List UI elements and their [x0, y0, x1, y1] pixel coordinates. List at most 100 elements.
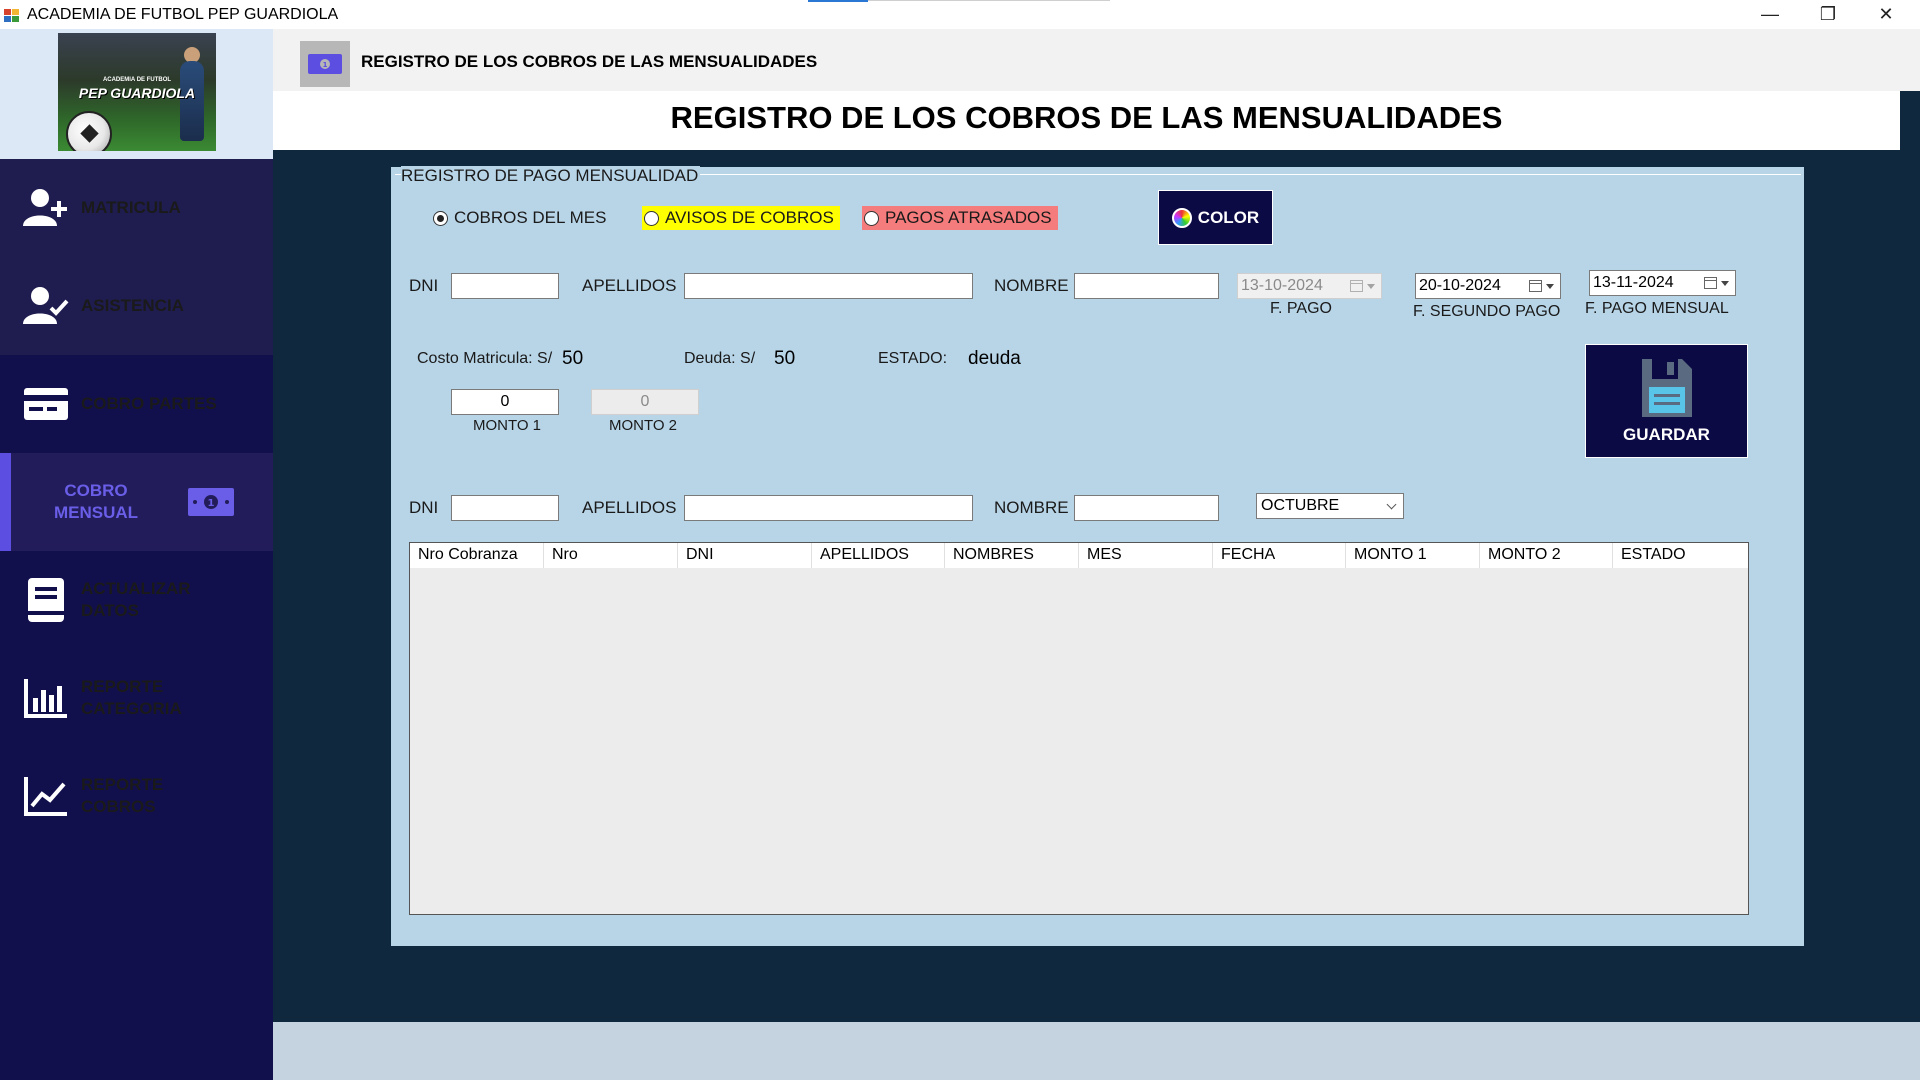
column-header-nro-cobranza[interactable]: Nro Cobranza [410, 543, 544, 568]
dropdown-arrow-icon [1721, 281, 1729, 286]
calendar-icon [1350, 280, 1363, 292]
radio-unselected-icon [864, 210, 879, 226]
search-dni-input[interactable] [451, 495, 559, 521]
dropdown-arrow-icon [1367, 284, 1375, 289]
column-header-estado[interactable]: ESTADO [1613, 543, 1748, 568]
maximize-icon: ❐ [1819, 4, 1837, 24]
sidebar-item-matricula[interactable]: MATRICULA [0, 159, 273, 257]
soccer-ball-icon [66, 111, 112, 151]
nombre-label: NOMBRE [994, 276, 1069, 295]
sidebar-item-label: COBRO MENSUAL [53, 481, 139, 522]
sidebar-item-asistencia[interactable]: ASISTENCIA [0, 257, 273, 355]
column-header-nombres[interactable]: NOMBRES [945, 543, 1079, 568]
radio-avisos-de-cobros[interactable]: AVISOS DE COBROS [642, 206, 840, 230]
close-button[interactable]: ✕ [1857, 0, 1915, 29]
column-header-dni[interactable]: DNI [678, 543, 812, 568]
sidebar-item-cobro-mensual[interactable]: COBRO MENSUAL 1 [0, 453, 273, 551]
group-box-label: REGISTRO DE PAGO MENSUALIDAD [401, 166, 701, 186]
f-segundo-pago-caption: F. SEGUNDO PAGO [1413, 303, 1561, 320]
radio-pagos-atrasados[interactable]: PAGOS ATRASADOS [862, 206, 1058, 230]
sidebar-item-label: REPORTE CATEGORIA [81, 677, 182, 718]
color-button[interactable]: COLOR [1158, 190, 1273, 245]
search-nombre-input[interactable] [1074, 495, 1219, 521]
bar-chart-icon [22, 674, 70, 722]
minimize-icon: — [1761, 4, 1779, 24]
radio-unselected-icon [644, 210, 659, 226]
dni-input[interactable] [451, 273, 559, 299]
sidebar-item-reporte-categoria[interactable]: REPORTE CATEGORIA [0, 649, 273, 747]
close-icon: ✕ [1878, 4, 1894, 24]
column-header-monto1[interactable]: MONTO 1 [1346, 543, 1480, 568]
sidebar-item-reporte-cobros[interactable]: REPORTE COBROS [0, 747, 273, 845]
radio-cobros-del-mes[interactable]: COBROS DEL MES [431, 206, 612, 230]
logo-line2: PEP GUARDIOLA [78, 85, 196, 101]
svg-text:1: 1 [208, 498, 215, 509]
academy-logo: ACADEMIA DE FUTBOL PEP GUARDIOLA [58, 33, 216, 151]
f-pago-value: 13-10-2024 [1241, 277, 1323, 294]
f-segundo-pago-datepicker[interactable]: 20-10-2024 [1415, 273, 1561, 299]
f-pago-mensual-datepicker[interactable]: 13-11-2024 [1589, 270, 1736, 296]
maximize-button[interactable]: ❐ [1799, 0, 1857, 29]
page-title: REGISTRO DE LOS COBROS DE LAS MENSUALIDA… [670, 100, 1503, 135]
dropdown-arrow-icon [1546, 284, 1554, 289]
line-chart-icon [22, 772, 70, 820]
month-select[interactable]: OCTUBRE [1256, 493, 1404, 519]
sidebar-item-label: ACTUALIZAR DATOS [81, 579, 191, 620]
apellidos-label: APELLIDOS [582, 276, 677, 295]
column-header-mes[interactable]: MES [1079, 543, 1213, 568]
window-title: ACADEMIA DE FUTBOL PEP GUARDIOLA [27, 6, 339, 23]
search-nombre-label: NOMBRE [994, 498, 1069, 517]
sidebar-item-cobro-partes[interactable]: COBRO PARTES [0, 355, 273, 453]
player-figure [180, 61, 204, 141]
dni-label: DNI [409, 276, 439, 295]
column-header-fecha[interactable]: FECHA [1213, 543, 1346, 568]
minimize-button[interactable]: — [1741, 0, 1799, 29]
right-strip-bar [1900, 91, 1920, 1022]
f-pago-datepicker: 13-10-2024 [1237, 273, 1382, 299]
cobros-table[interactable]: Nro Cobranza Nro DNI APELLIDOS NOMBRES M… [409, 542, 1749, 915]
sidebar-item-actualizar-datos[interactable]: ACTUALIZAR DATOS [0, 551, 273, 649]
column-header-apellidos[interactable]: APELLIDOS [812, 543, 945, 568]
estado-value: deuda [968, 348, 1021, 369]
monto1-input[interactable]: 0 [451, 389, 559, 415]
apellidos-input[interactable] [684, 273, 973, 299]
month-select-value: OCTUBRE [1261, 497, 1340, 514]
sidebar-item-label: ASISTENCIA [81, 296, 184, 315]
column-header-nro[interactable]: Nro [544, 543, 678, 568]
sidebar-item-label: REPORTE COBROS [81, 775, 164, 816]
titlebar-divider [868, 0, 1110, 1]
svg-text:1: 1 [323, 61, 328, 69]
search-dni-label: DNI [409, 498, 439, 517]
search-apellidos-label: APELLIDOS [582, 498, 677, 517]
window-titlebar: ACADEMIA DE FUTBOL PEP GUARDIOLA — ❐ ✕ [0, 0, 1920, 29]
sidebar: ACADEMIA DE FUTBOL PEP GUARDIOLA MATRICU… [0, 29, 273, 1080]
estado-label: ESTADO: [878, 350, 948, 367]
guardar-label: GUARDAR [1623, 425, 1710, 444]
column-header-monto2[interactable]: MONTO 2 [1480, 543, 1613, 568]
money-bill-icon: 1 [300, 41, 350, 87]
guardar-button[interactable]: GUARDAR [1585, 344, 1748, 458]
header-title: REGISTRO DE LOS COBROS DE LAS MENSUALIDA… [361, 52, 818, 71]
radio-label: PAGOS ATRASADOS [885, 208, 1052, 227]
costo-matricula-label: Costo Matricula: S/ [417, 350, 553, 367]
f-pago-mensual-caption: F. PAGO MENSUAL [1585, 300, 1729, 317]
f-segundo-pago-value: 20-10-2024 [1419, 277, 1501, 294]
calendar-icon [1529, 280, 1542, 292]
user-plus-icon [22, 184, 70, 232]
app-icon [4, 7, 20, 23]
active-indicator [0, 453, 11, 551]
nombre-input[interactable] [1074, 273, 1219, 299]
deuda-label: Deuda: S/ [684, 350, 756, 367]
f-pago-caption: F. PAGO [1270, 300, 1332, 317]
calendar-icon [1704, 277, 1717, 289]
palette-icon [1171, 207, 1192, 228]
monto2-caption: MONTO 2 [608, 417, 678, 434]
floppy-disk-icon [1641, 359, 1692, 417]
table-header: Nro Cobranza Nro DNI APELLIDOS NOMBRES M… [410, 543, 1748, 568]
radio-label: AVISOS DE COBROS [665, 208, 834, 227]
deuda-value: 50 [774, 348, 796, 369]
search-apellidos-input[interactable] [684, 495, 973, 521]
bottom-strip [273, 1022, 1920, 1080]
logo-line1: ACADEMIA DE FUTBOL [102, 77, 172, 83]
chevron-down-icon [1386, 499, 1397, 510]
